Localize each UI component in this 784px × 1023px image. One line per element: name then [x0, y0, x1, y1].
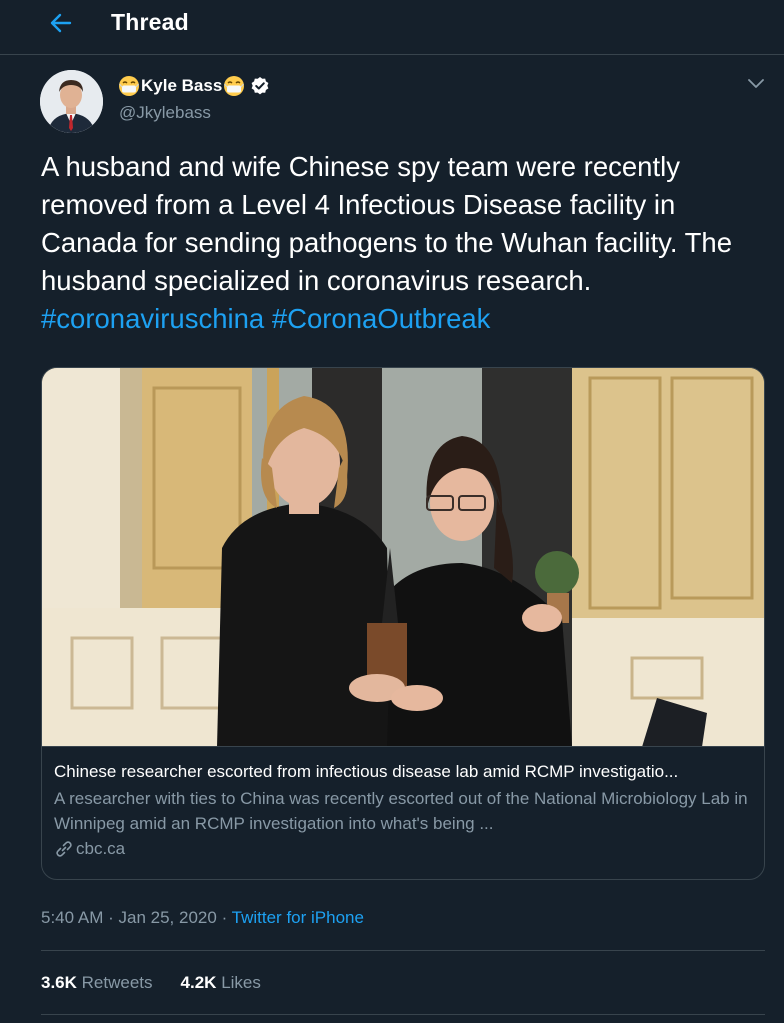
- tweet-time[interactable]: 5:40 AM: [41, 908, 103, 927]
- face-with-medical-mask-icon: [224, 76, 245, 96]
- divider: [41, 950, 765, 951]
- hashtag-link[interactable]: #CoronaOutbreak: [272, 303, 491, 334]
- back-button[interactable]: [44, 8, 78, 38]
- card-image: [42, 368, 764, 747]
- meta-separator: ·: [221, 908, 228, 927]
- retweets-stat[interactable]: 3.6K Retweets: [41, 973, 153, 993]
- card-body: Chinese researcher escorted from infecti…: [54, 761, 754, 861]
- verified-badge-icon: [251, 77, 269, 95]
- tweet-meta: 5:40 AM · Jan 25, 2020 · Twitter for iPh…: [41, 908, 364, 928]
- chevron-down-icon[interactable]: [745, 76, 767, 92]
- author-handle[interactable]: @Jkylebass: [119, 103, 211, 123]
- page-title: Thread: [111, 9, 189, 35]
- likes-stat[interactable]: 4.2K Likes: [181, 973, 261, 993]
- likes-count: 4.2K: [180, 973, 217, 992]
- meta-separator: ·: [108, 908, 114, 927]
- tweet-body: A husband and wife Chinese spy team were…: [41, 151, 733, 296]
- retweets-label: Retweets: [81, 973, 153, 992]
- card-domain-text: cbc.ca: [76, 839, 126, 858]
- tweet-date[interactable]: Jan 25, 2020: [119, 908, 217, 927]
- author-display-name: Kyle Bass: [141, 76, 223, 95]
- avatar[interactable]: [40, 70, 103, 133]
- tweet-source-link[interactable]: Twitter for iPhone: [232, 908, 364, 927]
- face-with-medical-mask-icon: [119, 76, 139, 96]
- thread-header: Thread: [0, 0, 784, 55]
- hashtag-link[interactable]: #coronaviruschina: [41, 303, 264, 334]
- author-name-row[interactable]: Kyle Bass: [118, 73, 270, 99]
- card-title: Chinese researcher escorted from infecti…: [54, 762, 679, 781]
- tweet-stats: 3.6K Retweets 4.2K Likes: [41, 973, 289, 993]
- tweet-text: A husband and wife Chinese spy team were…: [41, 148, 761, 338]
- card-domain: cbc.ca: [54, 837, 754, 861]
- retweets-count: 3.6K: [41, 973, 77, 992]
- arrow-left-icon: [50, 13, 72, 33]
- likes-label: Likes: [221, 973, 261, 992]
- divider: [41, 1014, 765, 1015]
- link-icon: [56, 841, 72, 857]
- card-description: A researcher with ties to China was rece…: [54, 789, 748, 833]
- link-card[interactable]: Chinese researcher escorted from infecti…: [41, 367, 765, 880]
